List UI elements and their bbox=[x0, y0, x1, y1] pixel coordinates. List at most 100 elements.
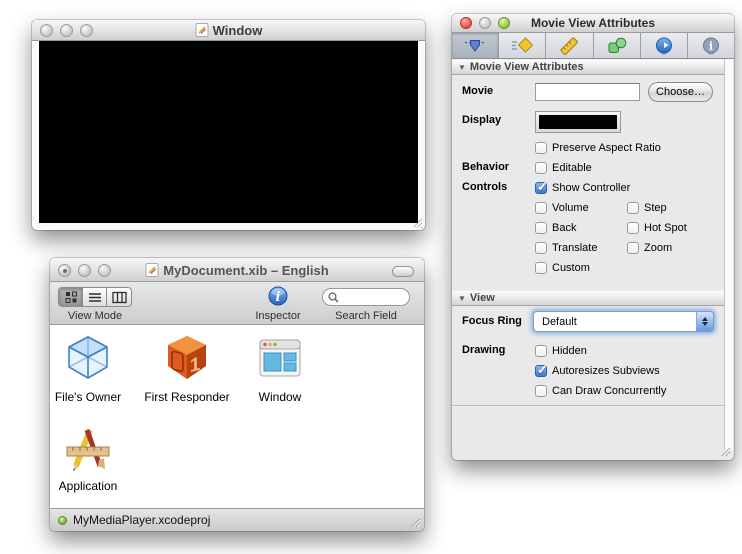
document-window-titlebar[interactable]: MyDocument.xib – English bbox=[50, 258, 424, 282]
checkbox-hidden[interactable]: Hidden bbox=[535, 344, 587, 358]
interface-builder-doc-icon bbox=[145, 263, 159, 277]
identity-icon: i bbox=[702, 37, 719, 54]
tab-bindings[interactable] bbox=[594, 33, 641, 58]
checkbox-preserve-aspect-ratio[interactable]: Preserve Aspect Ratio bbox=[535, 141, 661, 155]
checkbox-box bbox=[535, 362, 548, 378]
focus-ring-label: Focus Ring bbox=[462, 315, 522, 327]
column-view-segment[interactable] bbox=[107, 288, 131, 306]
movie-window: Window bbox=[32, 20, 425, 230]
checkbox-hot-spot[interactable]: Hot Spot bbox=[627, 221, 687, 235]
view-mode-label: View Mode bbox=[67, 310, 123, 322]
section-divider bbox=[452, 405, 724, 407]
project-name: MyMediaPlayer.xcodeproj bbox=[73, 513, 211, 527]
checkbox-volume[interactable]: Volume bbox=[535, 201, 589, 215]
movie-field-label: Movie bbox=[462, 85, 494, 97]
resize-grip[interactable] bbox=[410, 215, 423, 228]
view-mode-segmented-control bbox=[58, 287, 132, 307]
tab-size[interactable] bbox=[546, 33, 594, 58]
interface-builder-doc-icon bbox=[195, 23, 209, 37]
search-field-label: Search Field bbox=[335, 310, 397, 322]
movie-window-titlebar[interactable]: Window bbox=[32, 20, 425, 41]
checkbox-can-draw-concurrently[interactable]: Can Draw Concurrently bbox=[535, 384, 666, 398]
section-header-view[interactable]: ▼ View bbox=[452, 290, 724, 306]
checkbox-box bbox=[535, 222, 547, 234]
inspector-scrollbar-track[interactable] bbox=[724, 59, 733, 450]
checkbox-translate[interactable]: Translate bbox=[535, 241, 597, 255]
checkbox-zoom[interactable]: Zoom bbox=[627, 241, 672, 255]
tab-connections[interactable] bbox=[641, 33, 688, 58]
files-owner-cube-icon bbox=[68, 336, 108, 379]
checkbox-box bbox=[535, 142, 547, 154]
item-files-owner[interactable]: File's Owner bbox=[33, 333, 143, 404]
checkbox-show-controller[interactable]: Show Controller bbox=[535, 179, 630, 195]
item-window[interactable]: Window bbox=[225, 333, 335, 404]
checkbox-box bbox=[535, 242, 547, 254]
svg-text:i: i bbox=[709, 40, 713, 53]
document-contents: File's Owner 1 First Responder Window Ap… bbox=[50, 325, 424, 508]
item-label: File's Owner bbox=[54, 390, 122, 404]
movie-window-title: Window bbox=[32, 23, 425, 38]
inspector-window: Movie View Attributes i ▼ Movie View Att… bbox=[452, 14, 734, 460]
checkbox-box bbox=[535, 179, 548, 195]
tab-identity[interactable]: i bbox=[688, 33, 734, 58]
application-icon bbox=[66, 428, 110, 471]
attributes-icon bbox=[465, 40, 486, 52]
inspector-window-title: Movie View Attributes bbox=[530, 16, 656, 30]
item-label: Window bbox=[258, 390, 302, 404]
toolbar-toggle-pill[interactable] bbox=[392, 266, 414, 277]
list-view-segment[interactable] bbox=[83, 288, 107, 306]
display-color-well[interactable] bbox=[535, 111, 621, 133]
inspector-titlebar[interactable]: Movie View Attributes bbox=[452, 14, 734, 33]
document-window-title: MyDocument.xib – English bbox=[50, 263, 424, 278]
window-object-icon bbox=[259, 339, 301, 377]
color-swatch-black bbox=[539, 115, 617, 129]
checkbox-back[interactable]: Back bbox=[535, 221, 576, 235]
first-responder-cube-icon: 1 bbox=[168, 336, 206, 379]
svg-text:1: 1 bbox=[190, 354, 201, 377]
item-label: Application bbox=[58, 479, 118, 493]
popup-stepper-icon bbox=[696, 312, 713, 331]
inspector-mode-toolbar: i bbox=[452, 33, 734, 59]
document-statusbar: MyMediaPlayer.xcodeproj bbox=[50, 508, 424, 531]
checkbox-box bbox=[535, 345, 547, 357]
behavior-group-label: Behavior bbox=[462, 161, 510, 173]
checkbox-editable[interactable]: Editable bbox=[535, 161, 592, 175]
checkbox-box bbox=[627, 202, 639, 214]
connections-icon bbox=[655, 37, 672, 54]
checkbox-box bbox=[535, 262, 547, 274]
search-input[interactable] bbox=[339, 291, 401, 303]
inspector-button[interactable]: i bbox=[268, 286, 288, 306]
focus-ring-popup[interactable]: Default bbox=[533, 311, 714, 332]
bindings-icon bbox=[608, 37, 626, 53]
disclosure-triangle-icon: ▼ bbox=[458, 294, 466, 303]
document-window: MyDocument.xib – English View Mode i Ins… bbox=[50, 258, 424, 531]
search-field[interactable] bbox=[322, 288, 410, 306]
project-status-icon bbox=[58, 516, 67, 525]
display-field-label: Display bbox=[462, 114, 502, 126]
search-icon bbox=[328, 291, 339, 303]
movie-view-canvas[interactable] bbox=[39, 41, 418, 223]
checkbox-autoresizes-subviews[interactable]: Autoresizes Subviews bbox=[535, 362, 660, 378]
resize-grip[interactable] bbox=[408, 515, 421, 528]
tab-effects[interactable] bbox=[499, 33, 547, 58]
tab-attributes[interactable] bbox=[452, 33, 500, 58]
controls-group-label: Controls bbox=[462, 181, 508, 193]
item-application[interactable]: Application bbox=[33, 422, 143, 493]
checkbox-box bbox=[627, 242, 639, 254]
checkbox-step[interactable]: Step bbox=[627, 201, 667, 215]
choose-button[interactable]: Choose… bbox=[648, 82, 713, 102]
grid-view-icon bbox=[65, 291, 77, 303]
size-ruler-icon bbox=[560, 36, 579, 55]
disclosure-triangle-icon: ▼ bbox=[458, 63, 466, 72]
movie-path-input[interactable] bbox=[535, 83, 640, 101]
drawing-group-label: Drawing bbox=[462, 344, 506, 356]
svg-text:i: i bbox=[276, 290, 281, 305]
focus-ring-value: Default bbox=[542, 315, 577, 328]
effects-icon bbox=[512, 37, 534, 53]
resize-grip[interactable] bbox=[718, 444, 731, 457]
checkbox-box bbox=[535, 162, 547, 174]
section-header-movie-view-attributes[interactable]: ▼ Movie View Attributes bbox=[452, 59, 724, 75]
checkbox-custom[interactable]: Custom bbox=[535, 261, 590, 275]
inspector-label: Inspector bbox=[255, 310, 301, 322]
icon-view-segment[interactable] bbox=[59, 288, 83, 306]
